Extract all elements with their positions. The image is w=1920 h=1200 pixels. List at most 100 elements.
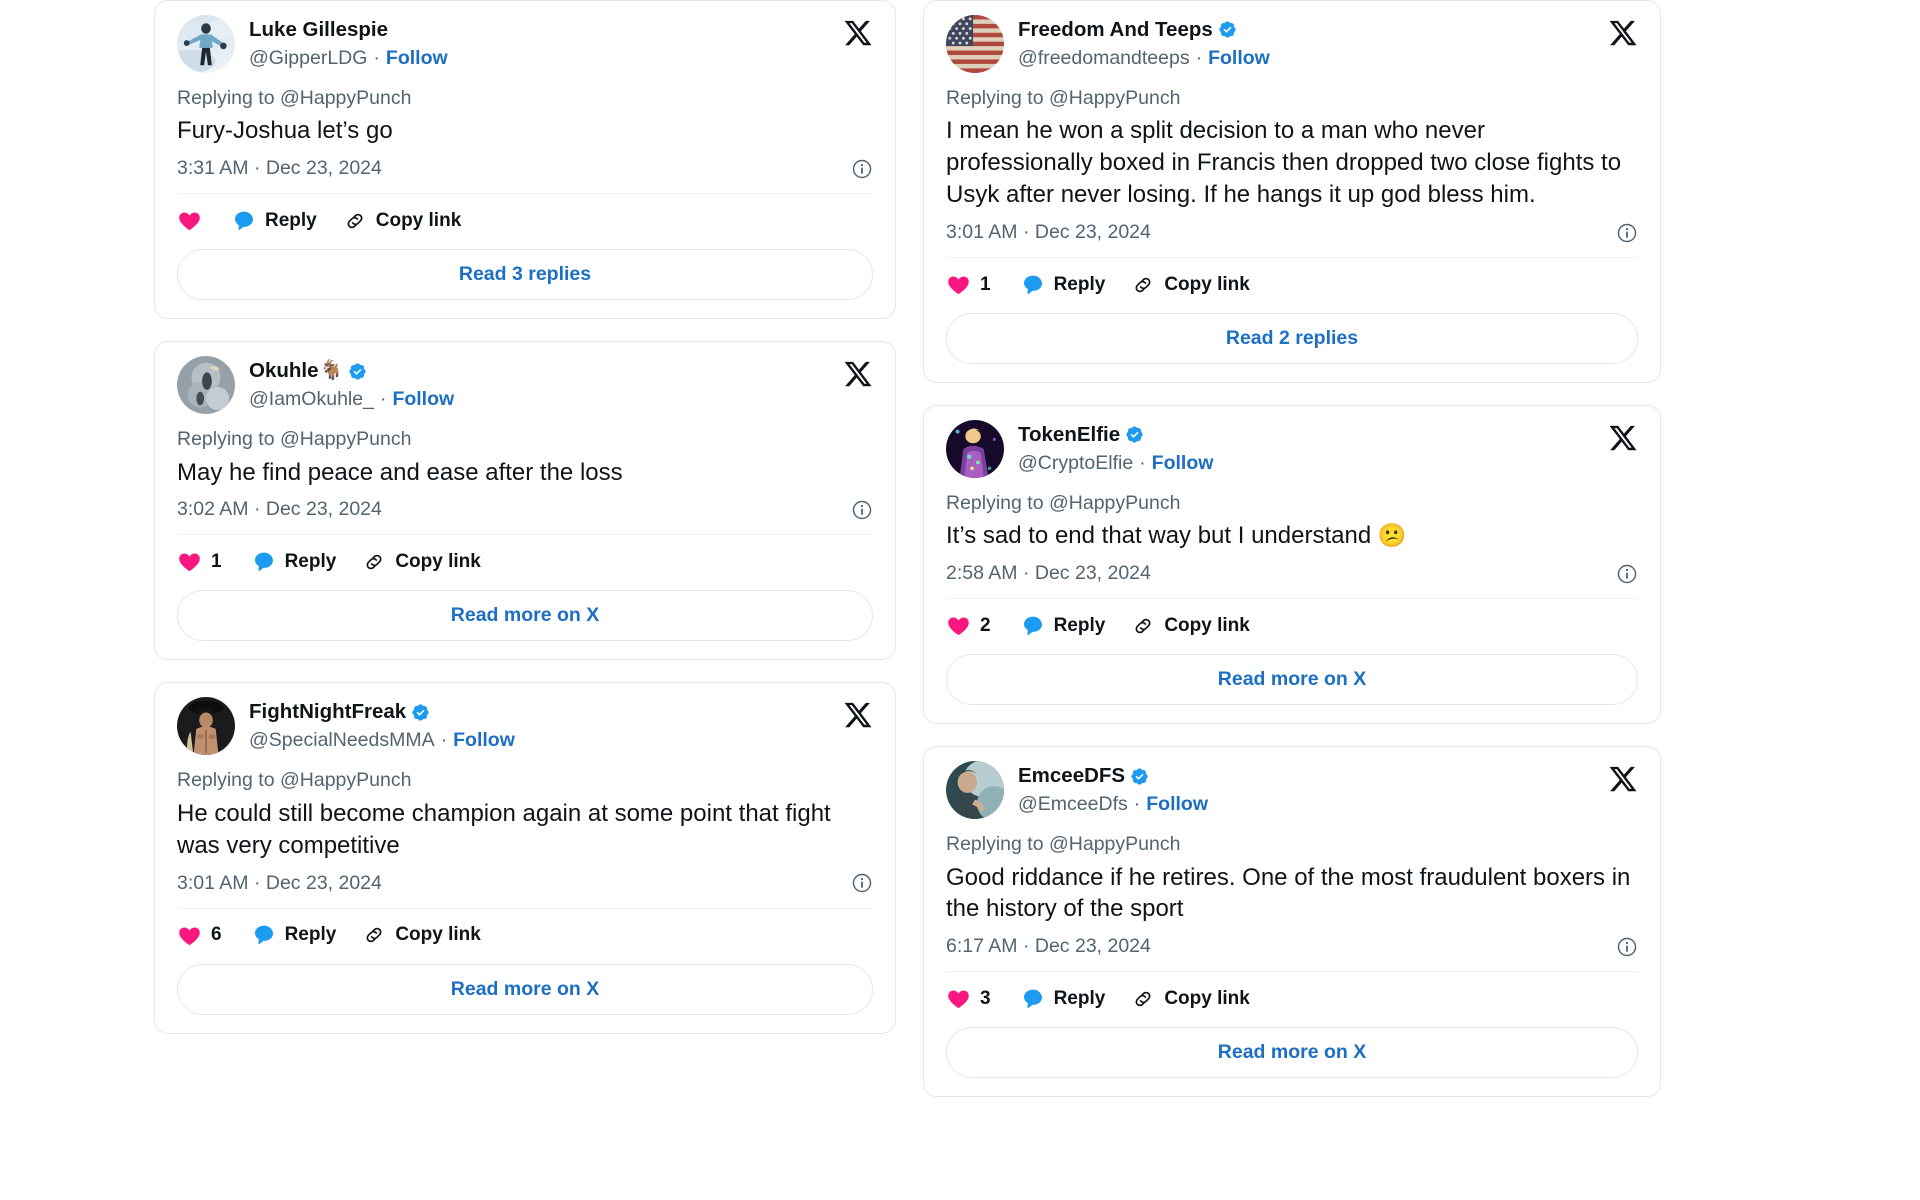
reply-button[interactable]: Reply — [1021, 614, 1105, 638]
author-display-name: FightNightFreak — [249, 700, 407, 724]
avatar[interactable] — [177, 15, 235, 73]
author-display-name: Okuhle — [249, 359, 319, 383]
author-handle: @SpecialNeedsMMA — [249, 729, 435, 752]
follow-link[interactable]: Follow — [386, 46, 448, 71]
tweet-text: Good riddance if he retires. One of the … — [946, 862, 1638, 926]
heart-icon — [177, 208, 202, 233]
tweet-actions: 3 Reply Copy link — [946, 972, 1638, 1013]
avatar[interactable] — [177, 697, 235, 756]
read-more-button[interactable]: Read more on X — [177, 963, 873, 1015]
author-handle: @EmceeDfs — [1018, 792, 1128, 815]
author-identity: TokenElfie @CryptoElfie · Follow — [1018, 420, 1213, 476]
tweet-column-left: Luke Gillespie @GipperLDG · Follow Replying … — [154, 0, 896, 1034]
comment-balloon-icon — [1021, 614, 1045, 638]
verified-badge-icon — [1130, 767, 1149, 786]
x-logo-icon[interactable] — [843, 18, 873, 48]
x-logo-icon[interactable] — [1608, 764, 1638, 794]
like-count: 2 — [980, 614, 991, 636]
info-icon[interactable] — [1616, 222, 1638, 244]
tweet-meta-row: 3:01 AM · Dec 23, 2024 — [946, 221, 1638, 259]
x-logo-icon[interactable] — [843, 700, 873, 730]
like-count: 1 — [980, 273, 991, 295]
follow-link[interactable]: Follow — [1146, 792, 1208, 817]
copy-link-button[interactable]: Copy link — [343, 209, 462, 233]
like-button[interactable] — [177, 208, 202, 233]
x-logo-icon[interactable] — [843, 359, 873, 389]
info-icon[interactable] — [851, 158, 873, 180]
reply-label: Reply — [284, 924, 337, 946]
copy-link-button[interactable]: Copy link — [362, 923, 481, 947]
verified-badge-icon — [1218, 20, 1237, 39]
handle-separator: · — [1133, 792, 1141, 815]
tweet-card: Luke Gillespie @GipperLDG · Follow Replying … — [154, 0, 896, 320]
heart-icon — [946, 613, 971, 638]
name-emoji-icon: 🐐 — [319, 360, 344, 382]
info-icon[interactable] — [1616, 563, 1638, 585]
tweet-text: He could still become champion again at … — [177, 798, 873, 862]
handle-separator: · — [373, 46, 380, 69]
author-identity: Luke Gillespie @GipperLDG · Follow — [249, 15, 448, 71]
tweet-meta-row: 6:17 AM · Dec 23, 2024 — [946, 935, 1638, 973]
tweet-text: Fury-Joshua let’s go — [177, 115, 873, 147]
tweet-meta-row: 2:58 AM · Dec 23, 2024 — [946, 562, 1638, 600]
replying-to-label: Replying to @HappyPunch — [177, 87, 412, 109]
tweet-actions: 2 Reply Copy link — [946, 599, 1638, 640]
like-count: 1 — [211, 550, 222, 572]
author-identity: EmceeDFS @EmceeDfs · Follow — [1018, 761, 1208, 817]
comment-balloon-icon — [252, 923, 276, 947]
author-display-name: Luke Gillespie — [249, 18, 388, 41]
tweet-text-body: May he find peace and ease after the los… — [177, 458, 623, 486]
tweet-header: Freedom And Teeps @freedomandteeps · Follow — [946, 15, 1638, 73]
copy-link-button[interactable]: Copy link — [362, 550, 481, 574]
author-name-row: Freedom And Teeps — [1018, 17, 1270, 43]
like-button[interactable]: 1 — [177, 549, 222, 574]
reply-button[interactable]: Reply — [252, 923, 337, 947]
read-more-button[interactable]: Read more on X — [177, 590, 873, 642]
follow-link[interactable]: Follow — [1208, 46, 1270, 71]
link-chain-icon — [343, 209, 367, 233]
copy-link-button[interactable]: Copy link — [1131, 273, 1250, 297]
avatar[interactable] — [946, 15, 1004, 73]
reply-label: Reply — [284, 550, 337, 572]
tweet-timestamp: 3:01 AM · Dec 23, 2024 — [946, 221, 1151, 244]
copy-link-label: Copy link — [375, 209, 462, 231]
like-count: 6 — [211, 924, 222, 946]
tweet-text-body: I mean he won a split decision to a man … — [946, 117, 1622, 209]
info-icon[interactable] — [1616, 936, 1638, 958]
like-button[interactable]: 1 — [946, 272, 991, 297]
link-chain-icon — [362, 923, 386, 947]
read-more-button[interactable]: Read 2 replies — [946, 313, 1638, 365]
like-button[interactable]: 3 — [946, 986, 991, 1011]
reply-button[interactable]: Reply — [252, 550, 337, 574]
like-button[interactable]: 2 — [946, 613, 991, 638]
avatar[interactable] — [177, 356, 235, 415]
follow-link[interactable]: Follow — [392, 387, 454, 412]
reply-label: Reply — [265, 209, 317, 231]
info-icon[interactable] — [851, 872, 873, 894]
follow-link[interactable]: Follow — [1152, 451, 1214, 476]
reply-button[interactable]: Reply — [232, 209, 317, 233]
copy-link-button[interactable]: Copy link — [1131, 614, 1250, 638]
author-handle-row: @GipperLDG · Follow — [249, 46, 448, 71]
copy-link-button[interactable]: Copy link — [1131, 987, 1250, 1011]
heart-icon — [177, 549, 202, 574]
x-logo-icon[interactable] — [1608, 423, 1638, 453]
reply-label: Reply — [1053, 987, 1106, 1009]
handle-separator: · — [379, 387, 387, 410]
like-button[interactable]: 6 — [177, 923, 222, 948]
comment-balloon-icon — [232, 209, 256, 233]
avatar[interactable] — [946, 420, 1004, 479]
tweet-timestamp: 2:58 AM · Dec 23, 2024 — [946, 562, 1151, 585]
tweet-header: FightNightFreak @SpecialNeedsMMA · Follow — [177, 697, 873, 756]
avatar[interactable] — [946, 761, 1004, 820]
replying-to-label: Replying to @HappyPunch — [946, 87, 1181, 109]
read-more-button[interactable]: Read more on X — [946, 654, 1638, 706]
x-logo-icon[interactable] — [1608, 18, 1638, 48]
reply-button[interactable]: Reply — [1021, 273, 1105, 297]
follow-link[interactable]: Follow — [453, 728, 515, 753]
reply-button[interactable]: Reply — [1021, 987, 1106, 1011]
info-icon[interactable] — [851, 499, 873, 521]
read-more-button[interactable]: Read 3 replies — [177, 249, 873, 301]
comment-balloon-icon — [1021, 987, 1045, 1011]
read-more-button[interactable]: Read more on X — [946, 1027, 1638, 1079]
